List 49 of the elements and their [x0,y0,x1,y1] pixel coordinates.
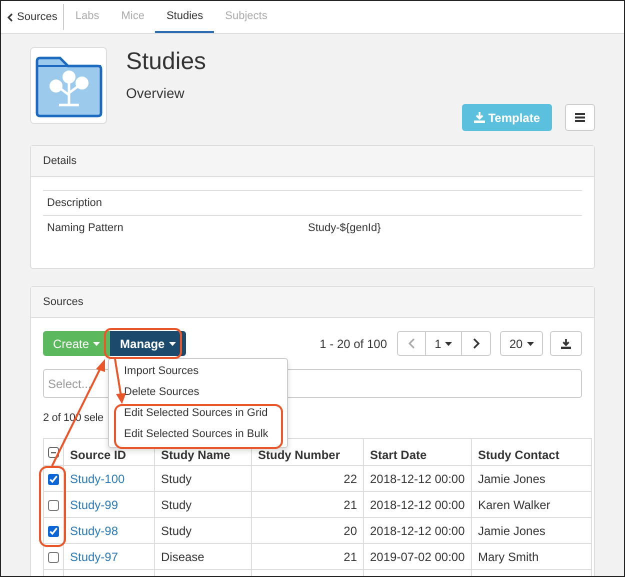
field-label: Description [47,196,104,211]
row-checkbox[interactable] [48,500,59,511]
caret-icon [445,342,452,346]
caret-icon [526,342,534,346]
page-subtitle: Overview [126,84,186,103]
export-button[interactable] [550,331,582,356]
field-label: Naming Pattern [47,220,124,236]
indeterminate-checkbox-icon [48,446,59,458]
table-cell: Jamie Jones [478,524,546,538]
table-cell: Disease [161,550,204,564]
menu-item[interactable]: Edit Selected Sources in Grid [109,403,287,424]
table-cell: Karen Walker [478,498,550,512]
caret-icon [93,342,100,346]
paging-text: 1 - 20 of 100 [320,336,387,352]
table-cell: 2018-12-12 00:00 [370,472,465,486]
table-cell: 2019-07-02 00:00 [370,550,465,564]
table-cell: 21 [344,550,357,564]
row-checkbox[interactable] [48,552,59,563]
page-size-dropdown[interactable]: 20 [500,331,543,356]
table-cell: 2018-12-12 00:00 [370,524,465,538]
nav-tab[interactable]: Studies [155,1,214,33]
folder-icon [30,47,107,124]
annotation-arrow [114,358,126,404]
caret-icon [168,342,176,346]
table-cell: Mary Smith [478,550,539,564]
chevron-left-icon [7,12,13,22]
table-cell: 20 [344,524,357,538]
menu-button[interactable] [565,104,595,131]
row-checkbox[interactable] [48,526,59,537]
panel-title: Details [43,154,77,169]
download-icon [561,338,571,348]
table-cell: Study [161,524,192,538]
table-cell: 21 [344,498,357,512]
field-value: Study-${genId} [308,220,381,236]
table-cell: Jamie Jones [478,472,546,486]
row-checkbox[interactable] [48,474,59,485]
table-cell: 2018-12-12 00:00 [370,498,465,512]
manage-button[interactable]: Manage [110,331,186,356]
table-cell: Study [161,472,192,486]
page-title: Studies [126,48,208,76]
download-icon [474,112,486,123]
table-cell: Study [161,498,192,512]
menu-item[interactable]: Edit Selected Sources in Bulk [109,424,287,445]
back-link[interactable]: Sources [1,4,64,30]
menu-icon [575,113,585,122]
chevron-right-icon [472,338,480,349]
panel-title: Sources [43,294,84,310]
table-cell: 22 [344,472,357,486]
chevron-left-icon [408,338,415,349]
